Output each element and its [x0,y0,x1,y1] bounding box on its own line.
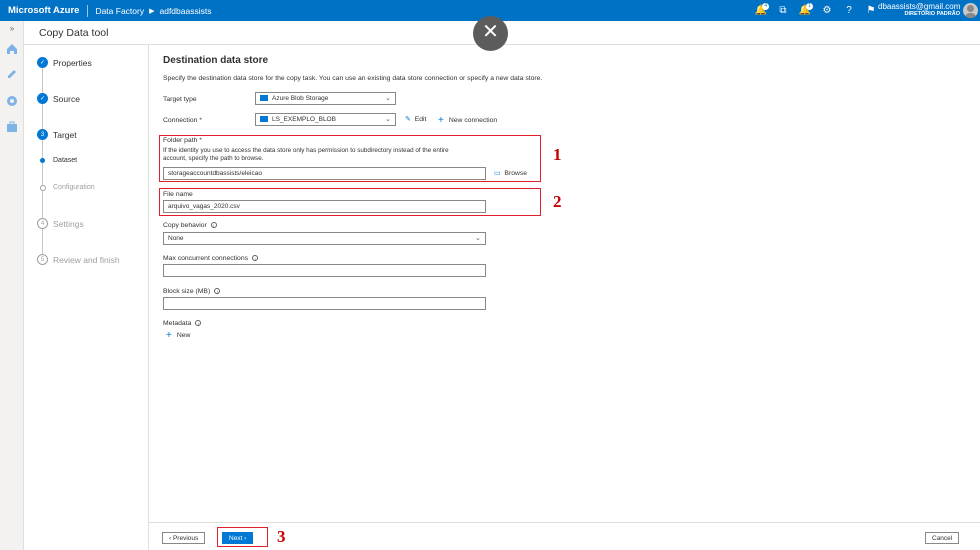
metadata-label: Metadata i [163,320,202,327]
info-icon[interactable]: i [210,222,217,229]
copy-behavior-select[interactable]: None ⌄ [163,232,486,245]
max-connections-label: Max concurrent connections i [163,255,259,262]
max-connections-input[interactable] [163,264,486,277]
target-type-value: Azure Blob Storage [272,95,329,102]
substep-dataset[interactable]: Dataset [37,157,77,164]
chevron-down-icon: ⌄ [385,116,391,123]
step-review[interactable]: 5 Review and finish [37,254,120,265]
help-icon[interactable]: ? [838,5,860,16]
new-connection-label: New connection [448,117,498,124]
substep-configuration[interactable]: Configuration [37,184,95,191]
block-size-label: Block size (MB) i [163,288,221,295]
page-title: Copy Data tool [39,27,109,39]
new-metadata-label: New [176,332,191,339]
notifications-badge: 4 [762,3,769,10]
section-description: Specify the destination data store for t… [163,75,543,82]
wizard-steps: ✓ Properties ✓ Source 3 Target Dataset C… [24,45,149,550]
step-label: Dataset [53,157,78,164]
connection-label: Connection * [163,117,202,124]
step-label: Source [53,93,80,104]
block-size-input[interactable] [163,297,486,310]
step-number: 4 [37,218,48,229]
edit-connection-button[interactable]: ✎ Edit [405,115,427,124]
copy-behavior-label: Copy behavior i [163,222,217,229]
pending-dot-icon [40,184,46,191]
new-connection-button[interactable]: + New connection [438,115,497,126]
cancel-button[interactable]: Cancel [925,532,960,544]
footer-bar: ‹ Previous Next › Cancel [149,522,980,550]
chevron-right-icon: ▶ [149,7,155,15]
divider [87,4,89,17]
step-source[interactable]: ✓ Source [37,93,80,104]
step-properties[interactable]: ✓ Properties [37,57,92,68]
step-number: 3 [37,129,48,140]
plus-icon: + [166,330,172,341]
edit-label: Edit [414,115,427,123]
expand-icon[interactable]: » [5,24,19,38]
connection-value: LS_EXEMPLO_BLOB [272,116,336,123]
step-target[interactable]: 3 Target [37,129,77,140]
step-number: 5 [37,254,48,265]
avatar[interactable] [963,3,978,18]
target-type-select[interactable]: Azure Blob Storage ⌄ [255,92,396,105]
blob-storage-icon [260,116,268,123]
add-metadata-button[interactable]: + New [166,330,190,341]
step-label: Configuration [53,184,95,191]
annotation-box-next [217,527,268,547]
brand-name[interactable]: Microsoft Azure [0,5,79,16]
monitor-icon[interactable] [5,94,19,108]
user-email: dbaassists@gmail.com [878,2,961,11]
alerts-icon[interactable]: 🔔 1 [794,3,816,16]
step-settings[interactable]: 4 Settings [37,218,84,229]
alerts-badge: 1 [806,3,813,10]
block-size-text: Block size (MB) [163,288,211,295]
connection-select[interactable]: LS_EXEMPLO_BLOB ⌄ [255,113,396,126]
metadata-text: Metadata [163,320,192,327]
target-type-label: Target type [163,96,197,103]
info-icon[interactable]: i [195,320,202,327]
annotation-box-file-name [159,188,541,216]
chevron-down-icon: ⌄ [385,95,391,102]
gear-icon[interactable]: ⚙ [816,5,838,16]
notifications-icon[interactable]: 🔔 4 [750,3,772,16]
pencil-icon[interactable] [5,67,19,81]
current-dot-icon [40,158,45,163]
annotation-number: 2 [553,192,562,211]
step-label: Properties [53,57,92,68]
chevron-down-icon: ⌄ [475,235,481,242]
user-account[interactable]: dbaassists@gmail.com DIRETÓRIO PADRÃO [878,2,960,17]
copy-behavior-value: None [168,235,184,242]
breadcrumb-data-factory[interactable]: Data Factory [95,6,144,16]
annotation-number: 3 [277,527,286,546]
section-heading: Destination data store [163,55,269,66]
check-icon: ✓ [37,57,48,68]
close-button[interactable]: ✕ [473,16,508,51]
home-icon[interactable] [5,42,19,56]
copy-behavior-text: Copy behavior [163,222,207,229]
pencil-icon: ✎ [405,116,411,123]
breadcrumb-factory-name[interactable]: adfdbaassists [159,6,211,16]
step-label: Target [53,129,77,140]
directory-icon[interactable]: ⧉ [772,5,794,16]
step-label: Review and finish [53,254,120,265]
annotation-number: 1 [553,145,562,164]
info-icon[interactable]: i [214,288,221,295]
info-icon[interactable]: i [252,255,259,262]
plus-icon: + [438,115,444,126]
toolbox-icon[interactable] [5,120,19,134]
previous-button[interactable]: ‹ Previous [162,532,206,544]
user-directory: DIRETÓRIO PADRÃO [904,11,960,17]
blob-storage-icon [260,95,268,102]
annotation-box-folder-path [159,135,541,182]
left-rail: » [0,21,24,550]
max-connections-text: Max concurrent connections [163,255,249,262]
top-icons: 🔔 4 ⧉ 🔔 1 ⚙ ? ⚑ [750,0,882,21]
step-label: Settings [53,218,84,229]
check-icon: ✓ [37,93,48,104]
